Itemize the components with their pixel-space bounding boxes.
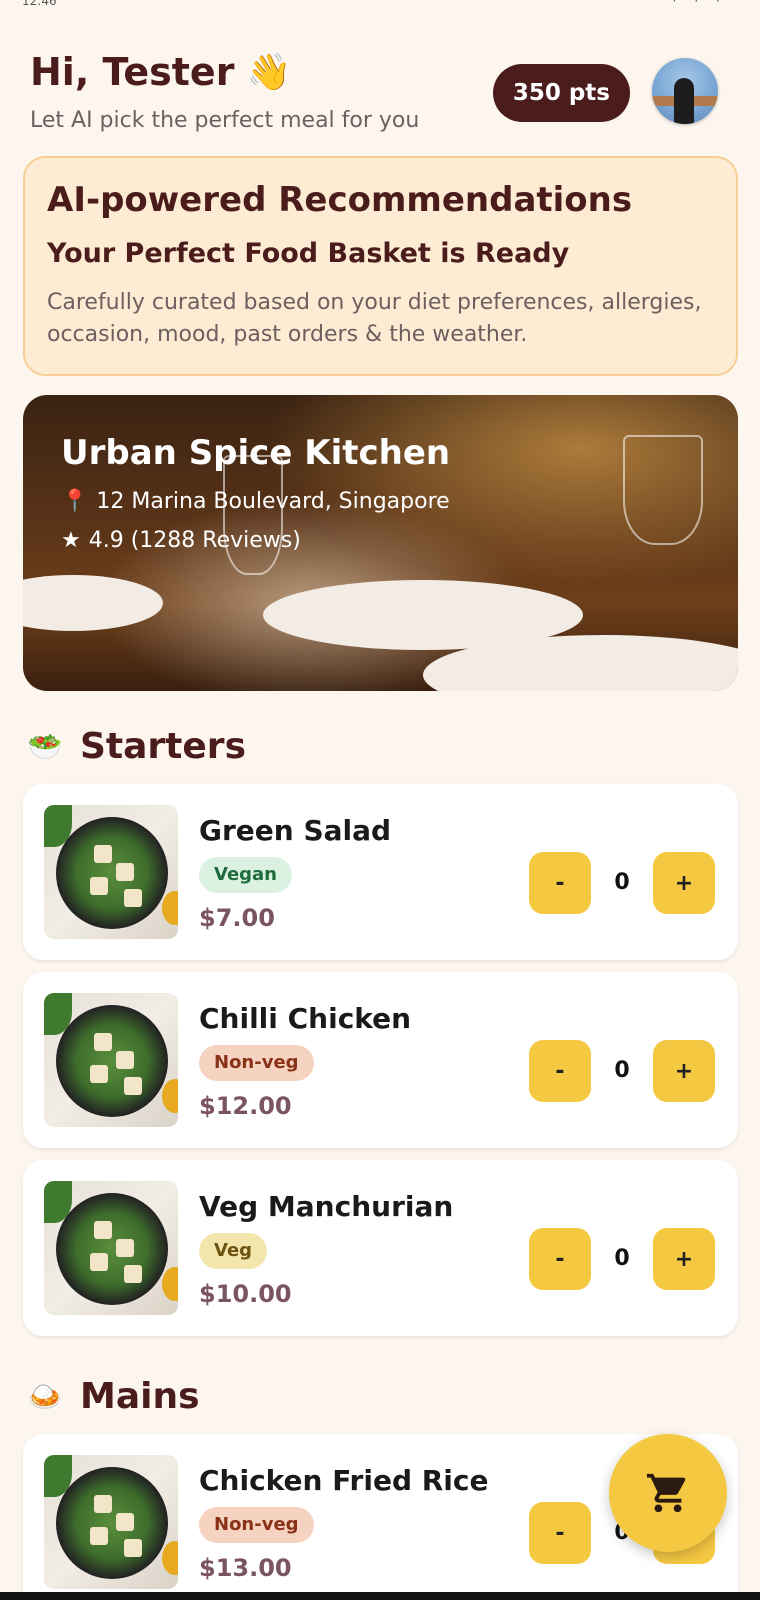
ai-recommendation-card[interactable]: AI-powered Recommendations Your Perfect … <box>23 156 738 376</box>
decrease-quantity-button[interactable]: - <box>529 852 591 914</box>
diet-tag-veg: Veg <box>199 1233 268 1269</box>
restaurant-address-row: 📍 12 Marina Boulevard, Singapore <box>61 489 450 514</box>
dish-name: Chicken Fried Rice <box>199 1464 489 1497</box>
decrease-quantity-button[interactable]: - <box>529 1502 591 1564</box>
greeting-text: Hi, Tester <box>30 50 235 94</box>
dish-image <box>44 805 178 939</box>
wave-icon: 👋 <box>246 52 292 93</box>
quantity-value: 0 <box>614 1246 630 1271</box>
salad-icon: 🥗 <box>27 729 63 763</box>
dish-name: Veg Manchurian <box>199 1190 454 1223</box>
section-heading-mains: 🍛 Mains <box>24 1375 200 1417</box>
system-nav-bar <box>0 1592 760 1600</box>
dish-name: Green Salad <box>199 814 392 847</box>
ai-card-subtitle: Your Perfect Food Basket is Ready <box>47 238 570 269</box>
avatar[interactable] <box>652 58 718 124</box>
status-bar: 12:46 ··· <box>0 0 760 14</box>
decrease-quantity-button[interactable]: - <box>529 1040 591 1102</box>
section-heading-starters: 🥗 Starters <box>24 725 246 767</box>
increase-quantity-button[interactable]: + <box>653 1228 715 1290</box>
diet-tag-vegan: Vegan <box>199 857 292 893</box>
ai-card-title: AI-powered Recommendations <box>47 180 633 220</box>
cart-icon <box>646 1473 686 1513</box>
dish-image <box>44 1455 178 1589</box>
quantity-value: 0 <box>614 1058 630 1083</box>
diet-tag-nonveg: Non-veg <box>199 1045 314 1081</box>
diet-tag-nonveg: Non-veg <box>199 1507 314 1543</box>
dish-image <box>44 993 178 1127</box>
restaurant-hero[interactable]: Urban Spice Kitchen 📍 12 Marina Boulevar… <box>23 395 738 691</box>
dish-price: $12.00 <box>199 1092 292 1120</box>
menu-item-card[interactable]: Green Salad Vegan $7.00 - 0 + <box>23 784 738 960</box>
star-icon: ★ <box>61 528 81 553</box>
restaurant-address: 12 Marina Boulevard, Singapore <box>96 489 450 514</box>
location-pin-icon: 📍 <box>61 489 89 514</box>
dish-price: $13.00 <box>199 1554 292 1582</box>
avatar-figure <box>674 78 694 124</box>
menu-item-card[interactable]: Veg Manchurian Veg $10.00 - 0 + <box>23 1160 738 1336</box>
status-icons: ··· <box>672 0 738 8</box>
dish-price: $10.00 <box>199 1280 292 1308</box>
quantity-value: 0 <box>614 870 630 895</box>
dish-image <box>44 1181 178 1315</box>
greeting-subtitle: Let AI pick the perfect meal for you <box>30 108 420 133</box>
restaurant-rating-row: ★ 4.9 (1288 Reviews) <box>61 528 450 553</box>
points-badge[interactable]: 350 pts <box>492 64 630 122</box>
dish-price: $7.00 <box>199 904 275 932</box>
increase-quantity-button[interactable]: + <box>653 852 715 914</box>
hero-plate <box>23 575 163 631</box>
hero-wine-glass <box>623 435 703 545</box>
status-time: 12:46 <box>22 0 57 8</box>
restaurant-name: Urban Spice Kitchen <box>61 433 451 473</box>
decrease-quantity-button[interactable]: - <box>529 1228 591 1290</box>
cart-button[interactable] <box>609 1434 727 1552</box>
hero-text: Urban Spice Kitchen 📍 12 Marina Boulevar… <box>61 433 450 553</box>
dish-name: Chilli Chicken <box>199 1002 412 1035</box>
menu-item-card[interactable]: Chilli Chicken Non-veg $12.00 - 0 + <box>23 972 738 1148</box>
header: Hi, Tester 👋 Let AI pick the perfect mea… <box>30 50 730 142</box>
curry-rice-icon: 🍛 <box>27 1379 63 1413</box>
restaurant-rating: 4.9 (1288 Reviews) <box>88 528 301 553</box>
ai-card-description: Carefully curated based on your diet pre… <box>47 290 702 347</box>
section-title: Mains <box>80 1375 200 1417</box>
increase-quantity-button[interactable]: + <box>653 1040 715 1102</box>
section-title: Starters <box>80 725 246 767</box>
